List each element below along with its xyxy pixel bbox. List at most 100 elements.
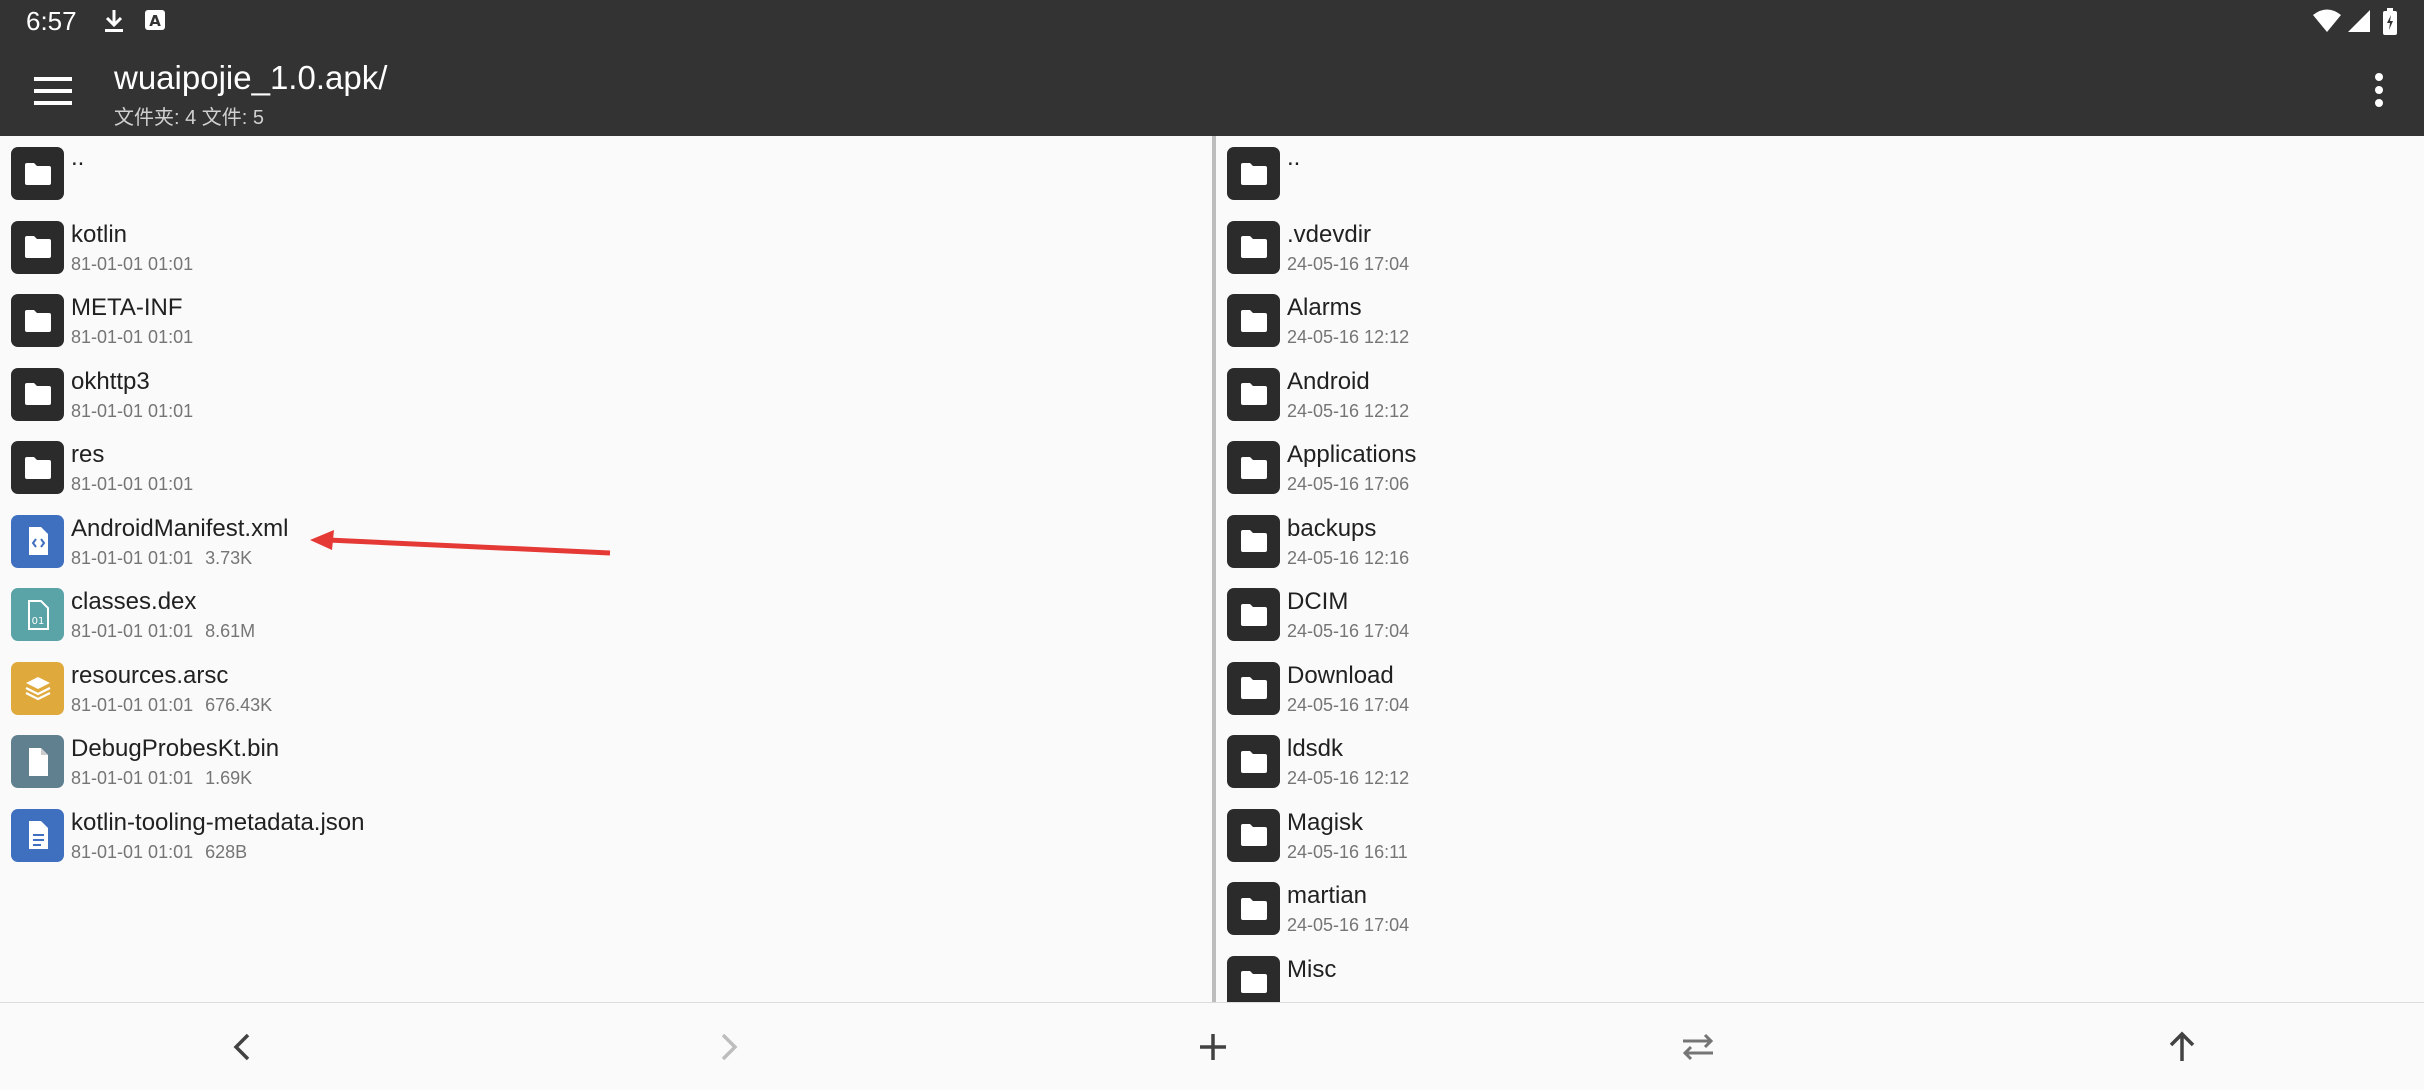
more-vert-icon[interactable] bbox=[2362, 67, 2396, 113]
file-size: 676.43K bbox=[205, 694, 273, 715]
add-icon[interactable] bbox=[1189, 1023, 1237, 1071]
app-bar: wuaipojie_1.0.apk/ 文件夹: 4 文件: 5 bbox=[0, 45, 2424, 136]
svg-text:01: 01 bbox=[31, 616, 44, 627]
file-date: 81-01-01 01:01 bbox=[71, 694, 194, 715]
file-date: 24-05-16 12:12 bbox=[1287, 327, 1410, 347]
file-name: okhttp3 bbox=[71, 367, 150, 395]
file-date: 24-05-16 17:04 bbox=[1287, 694, 1410, 715]
file-name: META-INF bbox=[71, 294, 183, 321]
file-date: 24-05-16 12:16 bbox=[1287, 547, 1410, 568]
folder-icon bbox=[1227, 882, 1280, 935]
parent-directory-row[interactable]: .. bbox=[0, 136, 1212, 212]
file-list-item[interactable]: DCIM 24-05-16 17:04 bbox=[1216, 577, 2424, 653]
folder-icon bbox=[1227, 808, 1280, 862]
file-name: classes.dex bbox=[71, 588, 197, 615]
folder-file-count: 文件夹: 4 文件: 5 bbox=[114, 107, 265, 129]
file-name: martian bbox=[1287, 882, 1368, 909]
folder-icon bbox=[1227, 294, 1280, 347]
file-meta: 24-05-16 17:04 bbox=[1287, 695, 1409, 716]
layers-file-icon bbox=[11, 661, 64, 715]
file-list-item[interactable]: Android 24-05-16 12:12 bbox=[1216, 357, 2424, 433]
file-list-item[interactable]: DebugProbesKt.bin 81-01-01 01:01 1.69K bbox=[0, 724, 1212, 800]
right-file-pane[interactable]: .. .vdevdir 24-05-16 17:04 Alarms 24-05-16 1… bbox=[1216, 136, 2424, 1002]
file-list-item[interactable]: kotlin-tooling-metadata.json 81-01-01 01:… bbox=[0, 798, 1212, 874]
file-list-item[interactable]: META-INF 81-01-01 01:01 bbox=[0, 283, 1212, 359]
file-date: 24-05-16 17:06 bbox=[1287, 474, 1410, 494]
file-meta: 24-05-16 17:04 bbox=[1287, 621, 1409, 642]
xml-file-icon bbox=[11, 514, 64, 568]
parent-directory-row[interactable]: .. bbox=[1216, 136, 2424, 212]
file-list-item[interactable]: AndroidManifest.xml 81-01-01 01:01 3.73K bbox=[0, 504, 1212, 580]
file-name: Download bbox=[1287, 661, 1394, 689]
signal-icon bbox=[2346, 8, 2372, 39]
file-date: 81-01-01 01:01 bbox=[71, 547, 194, 568]
file-name: Alarms bbox=[1287, 294, 1362, 321]
file-meta: 81-01-01 01:01 676.43K bbox=[71, 695, 272, 716]
file-list-item[interactable]: backups 24-05-16 12:16 bbox=[1216, 504, 2424, 580]
file-size: 628B bbox=[205, 841, 248, 862]
file-date: 81-01-01 01:01 bbox=[71, 841, 194, 862]
file-meta: 24-05-16 17:04 bbox=[1287, 915, 1409, 936]
file-name: DebugProbesKt.bin bbox=[71, 735, 280, 762]
file-date: 24-05-16 12:12 bbox=[1287, 400, 1410, 421]
file-name: Applications bbox=[1287, 441, 1417, 468]
file-name: .. bbox=[71, 144, 85, 171]
wifi-icon bbox=[2312, 8, 2342, 39]
folder-icon bbox=[11, 220, 64, 274]
forward-icon[interactable] bbox=[704, 1023, 752, 1071]
file-date: 24-05-16 16:11 bbox=[1287, 841, 1408, 862]
folder-icon bbox=[1227, 220, 1280, 274]
up-icon[interactable] bbox=[2158, 1023, 2206, 1071]
file-name: .vdevdir bbox=[1287, 220, 1372, 248]
file-list-item[interactable]: Alarms 24-05-16 12:12 bbox=[1216, 283, 2424, 359]
file-name: resources.arsc bbox=[71, 661, 229, 689]
file-list-item[interactable]: Applications 24-05-16 17:06 bbox=[1216, 430, 2424, 506]
left-file-pane[interactable]: .. kotlin 81-01-01 01:01 META-INF 81-01-01 0… bbox=[0, 136, 1212, 1002]
hamburger-menu-icon[interactable] bbox=[28, 69, 78, 113]
file-date: 81-01-01 01:01 bbox=[71, 474, 194, 494]
file-meta: 81-01-01 01:01 bbox=[71, 327, 193, 348]
file-meta: 24-05-16 16:11 bbox=[1287, 842, 1408, 863]
file-meta: 24-05-16 12:12 bbox=[1287, 768, 1409, 789]
folder-icon bbox=[1227, 661, 1280, 715]
file-meta: 81-01-01 01:01 8.61M bbox=[71, 621, 255, 642]
file-list-item[interactable]: kotlin 81-01-01 01:01 bbox=[0, 210, 1212, 286]
file-meta: 24-05-16 17:06 bbox=[1287, 474, 1409, 495]
file-meta: 81-01-01 01:01 bbox=[71, 254, 193, 275]
file-list-item[interactable]: 01 classes.dex 81-01-01 01:01 8.61M bbox=[0, 577, 1212, 653]
file-list-item[interactable]: Download 24-05-16 17:04 bbox=[1216, 651, 2424, 727]
file-list-item[interactable]: Magisk 24-05-16 16:11 bbox=[1216, 798, 2424, 874]
file-date: 81-01-01 01:01 bbox=[71, 621, 194, 641]
file-list-item[interactable]: martian 24-05-16 17:04 bbox=[1216, 871, 2424, 947]
file-name: .. bbox=[1287, 144, 1301, 171]
file-name: Magisk bbox=[1287, 808, 1364, 836]
file-list-item[interactable]: okhttp3 81-01-01 01:01 bbox=[0, 357, 1212, 433]
file-name: kotlin bbox=[71, 220, 128, 248]
folder-icon bbox=[1227, 588, 1280, 641]
folder-icon bbox=[1227, 955, 1280, 1002]
a-notification-icon: A bbox=[143, 8, 167, 37]
file-meta: 81-01-01 01:01 628B bbox=[71, 842, 247, 863]
folder-icon bbox=[11, 367, 64, 421]
file-meta: 24-05-16 12:16 bbox=[1287, 548, 1409, 569]
file-list-item[interactable]: Misc bbox=[1216, 945, 2424, 1002]
file-size: 1.69K bbox=[205, 768, 253, 788]
file-date: 81-01-01 01:01 bbox=[71, 327, 194, 347]
file-list-item[interactable]: .vdevdir 24-05-16 17:04 bbox=[1216, 210, 2424, 286]
file-name: ldsdk bbox=[1287, 735, 1344, 762]
file-name: Android bbox=[1287, 367, 1370, 395]
file-date: 24-05-16 12:12 bbox=[1287, 768, 1410, 788]
download-icon bbox=[102, 8, 126, 39]
battery-icon bbox=[2382, 8, 2398, 41]
file-list-item[interactable]: ldsdk 24-05-16 12:12 bbox=[1216, 724, 2424, 800]
folder-icon bbox=[1227, 147, 1280, 200]
file-list-item[interactable]: res 81-01-01 01:01 bbox=[0, 430, 1212, 506]
swap-icon[interactable] bbox=[1674, 1023, 1722, 1071]
file-name: backups bbox=[1287, 514, 1377, 542]
folder-icon bbox=[1227, 441, 1280, 494]
file-meta: 81-01-01 01:01 3.73K bbox=[71, 548, 252, 569]
folder-icon bbox=[1227, 514, 1280, 568]
file-list-item[interactable]: resources.arsc 81-01-01 01:01 676.43K bbox=[0, 651, 1212, 727]
file-size: 8.61M bbox=[205, 621, 256, 641]
back-icon[interactable] bbox=[219, 1023, 267, 1071]
